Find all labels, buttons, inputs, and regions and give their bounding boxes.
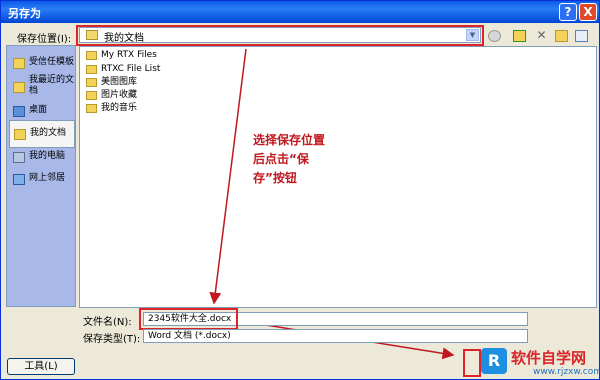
watermark: R 软件自学网 www.rjzxw.com [461,346,599,379]
save-as-dialog: 另存为 ? X 保存位置(I): 我的文档 ▼ ✕ 受信任模板 我最近的文档 桌… [0,0,600,380]
tools-button[interactable]: 工具(L) [7,358,75,375]
filetype-select[interactable]: Word 文档 (*.docx) [143,329,528,343]
watermark-logo: R [481,348,507,374]
filename-highlight [139,308,238,330]
filetype-label: 保存类型(T): [83,334,141,345]
watermark-text: 软件自学网 [511,349,587,367]
watermark-url: www.rjzxw.com [533,367,600,377]
filename-label: 文件名(N): [83,317,132,328]
arrow-to-filename [209,48,247,305]
